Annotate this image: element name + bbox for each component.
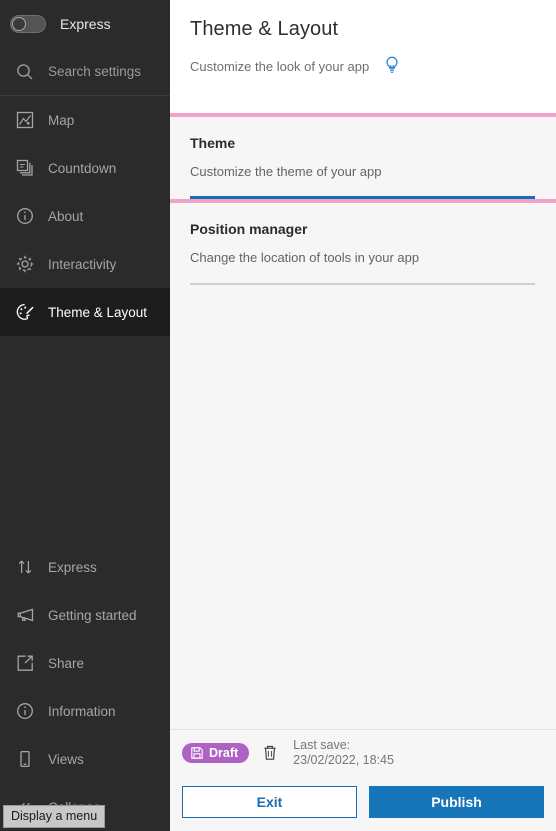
save-status-row: Draft Last save: 23/02/2022, 18:45 [170, 729, 556, 775]
search-settings-placeholder: Search settings [48, 64, 142, 79]
sidebar-nav-bottom: Express Getting started Share Informatio… [0, 543, 170, 831]
search-icon [14, 61, 36, 83]
sidebar-item-label: Countdown [48, 160, 117, 176]
section-title: Theme [190, 135, 236, 151]
express-toggle-label: Express [60, 16, 111, 32]
info-circle-icon [14, 205, 36, 227]
sidebar-item-views[interactable]: Views [0, 735, 170, 783]
express-toggle-row[interactable]: Express [0, 0, 170, 48]
arrows-up-down-icon [14, 556, 36, 578]
layers-icon [14, 157, 36, 179]
share-export-icon [14, 652, 36, 674]
sidebar-item-label: About [48, 208, 84, 224]
section-description: Change the location of tools in your app [190, 250, 420, 265]
sidebar-item-label: Express [48, 559, 97, 575]
sidebar-item-label: Getting started [48, 607, 137, 623]
sidebar-item-getting-started[interactable]: Getting started [0, 591, 170, 639]
panel-empty-space [170, 285, 556, 729]
section-title: Position manager [190, 221, 308, 237]
app-window: Express Search settings Map Countdown Ab… [0, 0, 556, 831]
page-subtitle-row: Customize the look of your app [190, 54, 536, 78]
megaphone-icon [14, 604, 36, 626]
last-save-label: Last save: [293, 737, 351, 752]
mobile-device-icon [14, 748, 36, 770]
display-a-menu-tooltip: Display a menu [3, 805, 106, 828]
info-circle-icon [14, 700, 36, 722]
express-toggle-switch[interactable] [10, 15, 46, 33]
palette-icon [14, 301, 36, 323]
sidebar-item-countdown[interactable]: Countdown [0, 144, 170, 192]
trash-icon[interactable] [261, 743, 279, 763]
map-icon [14, 109, 36, 131]
exit-button[interactable]: Exit [182, 786, 357, 818]
sidebar-item-label: Theme & Layout [48, 304, 148, 320]
toggle-knob [12, 17, 26, 31]
status-badge[interactable]: Draft [182, 742, 250, 763]
page-subtitle: Customize the look of your app [190, 58, 370, 74]
gear-icon [14, 253, 36, 275]
section-theme[interactable]: Theme Customize the theme of your app [170, 117, 556, 199]
sidebar-item-share[interactable]: Share [0, 639, 170, 687]
sidebar-item-about[interactable]: About [0, 192, 170, 240]
panel-header: Theme & Layout Customize the look of you… [170, 0, 556, 113]
section-position-manager[interactable]: Position manager Change the location of … [170, 203, 556, 285]
section-description: Customize the theme of your app [190, 164, 382, 179]
last-save-value: 23/02/2022, 18:45 [293, 752, 394, 767]
page-title: Theme & Layout [190, 18, 339, 40]
sidebar-item-information[interactable]: Information [0, 687, 170, 735]
search-settings-row[interactable]: Search settings [0, 48, 170, 96]
status-badge-label: Draft [209, 745, 239, 760]
sidebar-item-interactivity[interactable]: Interactivity [0, 240, 170, 288]
last-save-info: Last save: 23/02/2022, 18:45 [293, 738, 394, 768]
publish-button[interactable]: Publish [369, 786, 544, 818]
sidebar-item-express[interactable]: Express [0, 543, 170, 591]
sidebar-item-label: Share [48, 655, 85, 671]
sidebar-item-theme-layout[interactable]: Theme & Layout [0, 288, 170, 336]
sidebar-item-label: Map [48, 112, 75, 128]
main-panel: Theme & Layout Customize the look of you… [170, 0, 556, 831]
sidebar-item-label: Views [48, 751, 84, 767]
sidebar-nav-top: Map Countdown About Interactivity Theme … [0, 96, 170, 336]
sidebar: Express Search settings Map Countdown Ab… [0, 0, 170, 831]
save-floppy-icon [190, 746, 204, 760]
lightbulb-icon[interactable] [381, 54, 403, 78]
sidebar-item-map[interactable]: Map [0, 96, 170, 144]
sidebar-item-label: Information [48, 703, 116, 719]
footer-button-row: Exit Publish [170, 775, 556, 831]
sidebar-item-label: Interactivity [48, 256, 117, 272]
